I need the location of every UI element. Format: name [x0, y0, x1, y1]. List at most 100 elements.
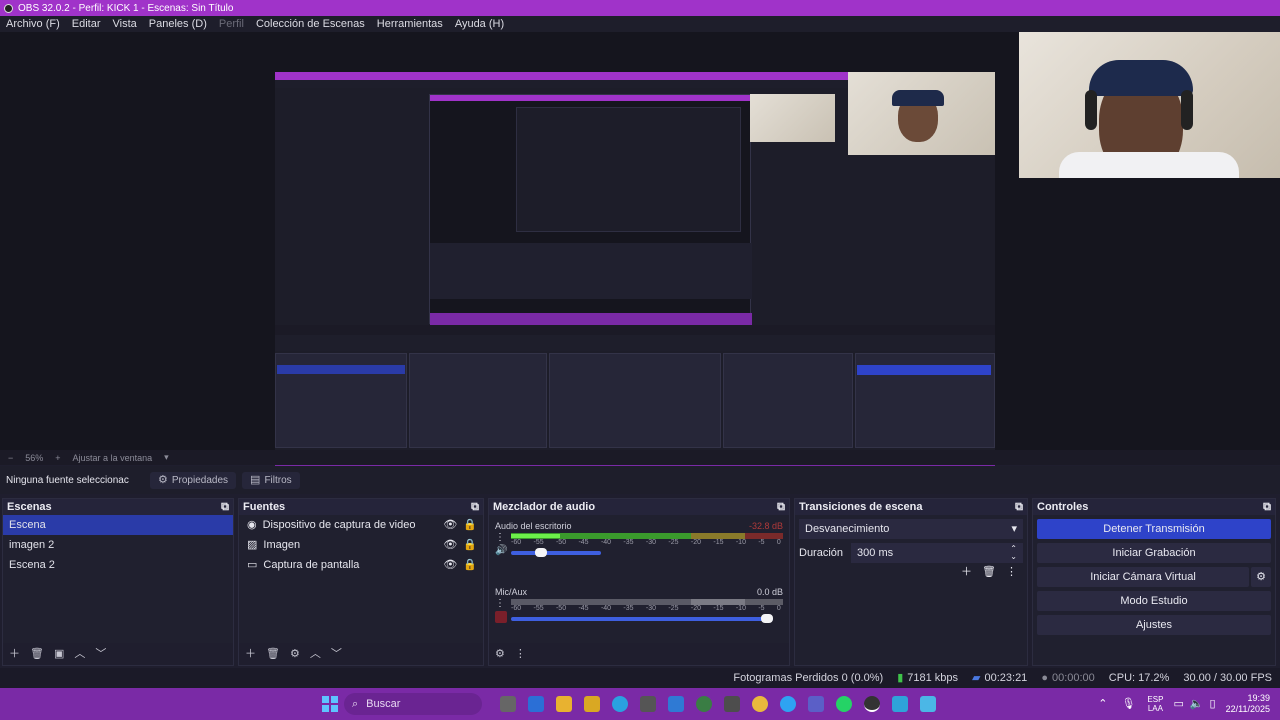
menu-help[interactable]: Ayuda (H) — [449, 18, 510, 30]
zoom-out-button[interactable]: − — [8, 453, 13, 463]
lock-icon[interactable]: 🔒 — [463, 559, 477, 571]
mute-icon[interactable] — [495, 611, 507, 623]
filter-icon[interactable]: ▣ — [54, 648, 64, 660]
obs-taskbar-icon[interactable] — [864, 696, 880, 712]
kebab-menu-icon[interactable]: ⋮ — [495, 533, 505, 543]
add-icon[interactable]: ＋ — [9, 648, 20, 660]
app-icon[interactable] — [920, 696, 936, 712]
outlook-icon[interactable] — [528, 696, 544, 712]
kebab-menu-icon[interactable]: ⋮ — [1006, 567, 1017, 578]
zoom-dropdown-icon[interactable]: ▾ — [164, 452, 169, 463]
menu-docks[interactable]: Paneles (D) — [143, 18, 213, 30]
menu-file[interactable]: Archivo (F) — [0, 18, 66, 30]
visibility-eye-icon[interactable]: 👁 — [443, 519, 457, 531]
microphone-icon[interactable]: 🎙 — [1121, 698, 1135, 710]
transition-type-select[interactable]: Desvanecimiento ▾ — [799, 519, 1023, 539]
volume-slider-knob[interactable] — [535, 548, 547, 557]
app-icon[interactable] — [584, 696, 600, 712]
transitions-dock: Transiciones de escena ⧉ Desvanecimiento… — [794, 498, 1028, 666]
stop-stream-button[interactable]: Detener Transmisión — [1037, 519, 1271, 539]
properties-button[interactable]: ⚙ Propiedades — [150, 471, 237, 489]
windows-start-icon[interactable] — [322, 696, 338, 712]
tick-label: -35 — [623, 539, 634, 546]
lock-icon[interactable]: 🔒 — [463, 519, 477, 531]
network-icon[interactable]: ▭ — [1173, 698, 1183, 710]
sources-dock: Fuentes ⧉ ◉ Dispositivo de captura de vi… — [238, 498, 484, 666]
whatsapp-icon[interactable] — [836, 696, 852, 712]
chevron-down-icon[interactable]: ﹀ — [95, 648, 106, 660]
menu-edit[interactable]: Editar — [66, 18, 107, 30]
lock-icon[interactable]: 🔒 — [463, 539, 477, 551]
volume-slider[interactable] — [511, 614, 773, 623]
source-item[interactable]: ▨ Imagen 👁 🔒 — [239, 535, 483, 555]
menu-view[interactable]: Vista — [107, 18, 143, 30]
chevron-up-icon[interactable]: ⌃ — [1098, 698, 1107, 710]
start-virtual-camera-button[interactable]: Iniciar Cámara Virtual — [1037, 567, 1249, 587]
app-icon[interactable] — [892, 696, 908, 712]
kebab-menu-icon[interactable]: ⋮ — [495, 599, 505, 609]
trash-icon[interactable]: 🗑 — [30, 648, 44, 660]
add-icon[interactable]: ＋ — [961, 567, 972, 578]
volume-slider-knob[interactable] — [761, 614, 773, 623]
language-indicator[interactable]: ESP LAA — [1147, 695, 1163, 713]
chevron-up-icon[interactable]: ︿ — [74, 648, 85, 660]
kebab-menu-icon[interactable]: ⋮ — [515, 648, 526, 660]
visibility-eye-icon[interactable]: 👁 — [443, 559, 457, 571]
undock-icon[interactable]: ⧉ — [1263, 501, 1271, 513]
undock-icon[interactable]: ⧉ — [1015, 501, 1023, 513]
telegram-icon[interactable] — [612, 696, 628, 712]
add-icon[interactable]: ＋ — [245, 648, 256, 660]
filters-button[interactable]: ▤ Filtros — [242, 471, 300, 489]
zoom-level: 56% — [25, 452, 44, 463]
speaker-icon[interactable]: 🔊 — [495, 546, 507, 556]
visibility-eye-icon[interactable]: 👁 — [443, 539, 457, 551]
scene-item[interactable]: imagen 2 — [3, 535, 233, 555]
duration-field[interactable]: 300 ms ⌃ ⌄ — [851, 543, 1023, 563]
app-icon[interactable] — [724, 696, 740, 712]
gear-icon[interactable]: ⚙ — [495, 648, 505, 660]
teams-icon[interactable] — [808, 696, 824, 712]
undock-icon[interactable]: ⧉ — [777, 501, 785, 513]
taskbar-search[interactable]: ⌕ Buscar — [344, 693, 482, 715]
file-explorer-icon[interactable] — [556, 696, 572, 712]
app-icon[interactable] — [640, 696, 656, 712]
virtual-camera-settings-button[interactable]: ⚙ — [1251, 567, 1271, 587]
button-label: Modo Estudio — [1120, 595, 1188, 607]
volume-icon[interactable]: 🔈 — [1190, 698, 1204, 710]
source-item[interactable]: ◉ Dispositivo de captura de video 👁 🔒 — [239, 515, 483, 535]
spin-icon[interactable]: ⌃ ⌄ — [1010, 545, 1017, 561]
lang-code: ESP — [1147, 695, 1164, 704]
menu-scene-collection[interactable]: Colección de Escenas — [250, 18, 371, 30]
undock-icon[interactable]: ⧉ — [471, 501, 479, 513]
studio-mode-button[interactable]: Modo Estudio — [1037, 591, 1271, 611]
undock-icon[interactable]: ⧉ — [221, 501, 229, 513]
app-icon[interactable] — [780, 696, 796, 712]
chevron-down-icon[interactable]: ﹀ — [331, 648, 342, 660]
scene-item[interactable]: Escena — [3, 515, 233, 535]
menu-tools[interactable]: Herramientas — [371, 18, 449, 30]
status-bar: Fotogramas Perdidos 0 (0.0%) ▮ 7181 kbps… — [0, 668, 1280, 688]
gear-icon[interactable]: ⚙ — [290, 648, 300, 660]
settings-button[interactable]: Ajustes — [1037, 615, 1271, 635]
zoom-fit-label[interactable]: Ajustar a la ventana — [73, 453, 153, 463]
tick-label: -25 — [668, 605, 679, 612]
chevron-up-icon[interactable]: ︿ — [310, 648, 321, 660]
clock[interactable]: 19:39 22/11/2025 — [1226, 693, 1270, 715]
zoom-in-button[interactable]: + — [55, 453, 60, 463]
scene-item[interactable]: Escena 2 — [3, 555, 233, 575]
trash-icon[interactable]: 🗑 — [266, 648, 280, 660]
vscode-icon[interactable] — [668, 696, 684, 712]
stream-time: 00:23:21 — [984, 672, 1028, 684]
task-view-icon[interactable] — [500, 696, 516, 712]
program-preview[interactable] — [275, 72, 995, 478]
source-item[interactable]: ▭ Captura de pantalla 👁 🔒 — [239, 555, 483, 575]
start-recording-button[interactable]: Iniciar Grabación — [1037, 543, 1271, 563]
preview-area[interactable] — [0, 32, 1280, 478]
battery-icon[interactable]: ▯ — [1210, 698, 1216, 710]
transitions-title: Transiciones de escena — [799, 501, 923, 513]
trash-icon[interactable]: 🗑 — [982, 567, 996, 578]
app-icon[interactable] — [696, 696, 712, 712]
chrome-icon[interactable] — [752, 696, 768, 712]
menu-profile[interactable]: Perfil — [213, 18, 250, 30]
volume-slider[interactable] — [511, 548, 601, 557]
